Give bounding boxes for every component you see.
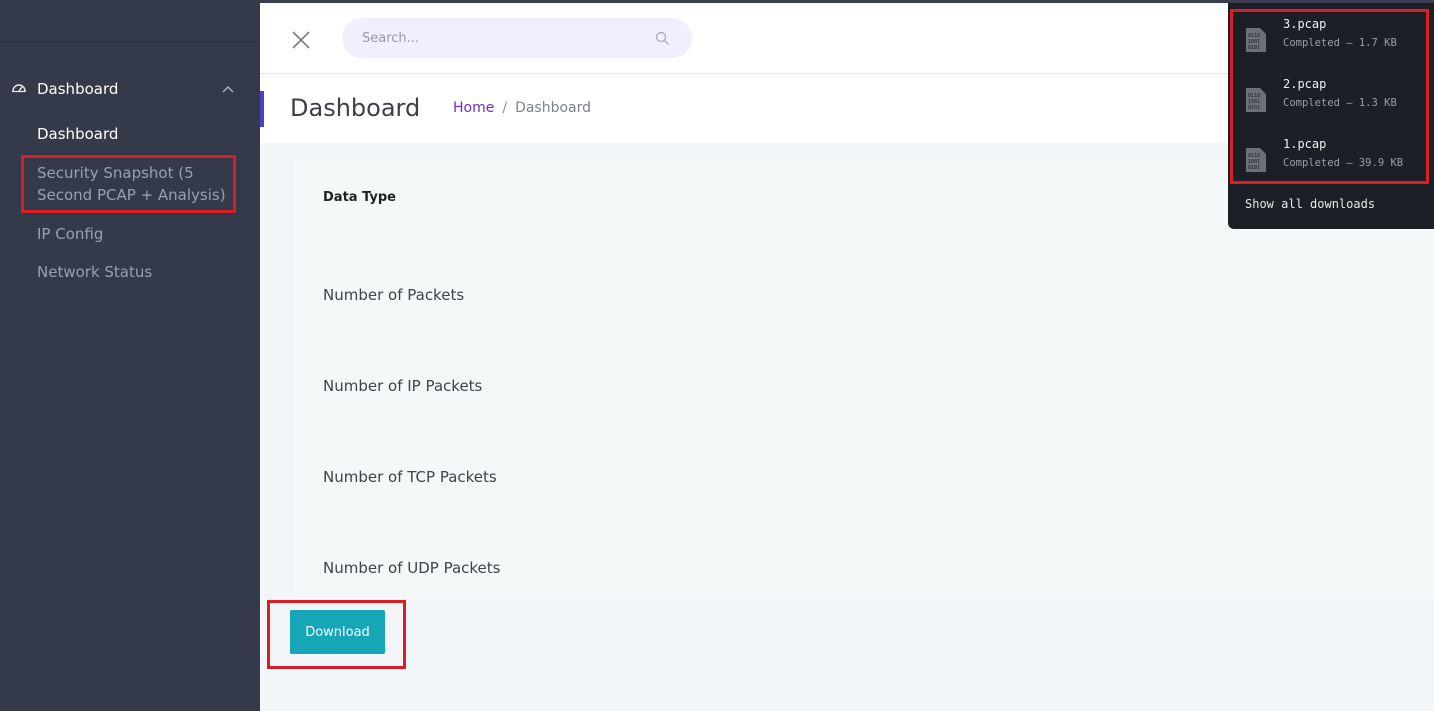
title-accent-bar	[260, 91, 264, 127]
search-box	[342, 18, 692, 58]
highlight-box-downloads	[1230, 9, 1429, 184]
highlight-box-download	[267, 600, 406, 669]
sidebar-item-network-status[interactable]: Network Status	[37, 261, 152, 283]
chevron-up-icon[interactable]	[221, 84, 235, 94]
row-number-of-ip-packets: Number of IP Packets	[323, 377, 483, 395]
breadcrumb-current: Dashboard	[515, 100, 592, 116]
page-title: Dashboard	[290, 94, 421, 122]
row-number-of-packets: Number of Packets	[323, 286, 465, 304]
search-input[interactable]	[362, 29, 642, 47]
breadcrumb-separator: /	[502, 100, 508, 116]
sidebar-section-dashboard[interactable]: Dashboard	[0, 70, 250, 110]
highlight-box-security-snapshot	[21, 155, 236, 213]
search-icon[interactable]	[655, 31, 670, 46]
row-number-of-udp-packets: Number of UDP Packets	[323, 559, 501, 577]
close-icon[interactable]	[291, 30, 311, 50]
data-type-header: Data Type	[323, 190, 396, 205]
show-all-downloads-link[interactable]: Show all downloads	[1245, 197, 1375, 211]
sidebar-item-dashboard[interactable]: Dashboard	[37, 123, 118, 145]
dashboard-gauge-icon	[12, 84, 26, 93]
sidebar: Dashboard Dashboard Security Snapshot (5…	[0, 0, 260, 711]
row-number-of-tcp-packets: Number of TCP Packets	[323, 468, 497, 486]
sidebar-item-ip-config[interactable]: IP Config	[37, 223, 103, 245]
sidebar-section-label: Dashboard	[37, 80, 119, 98]
sidebar-top	[0, 0, 260, 42]
breadcrumb: Home / Dashboard	[453, 100, 591, 116]
breadcrumb-home-link[interactable]: Home	[453, 100, 494, 116]
